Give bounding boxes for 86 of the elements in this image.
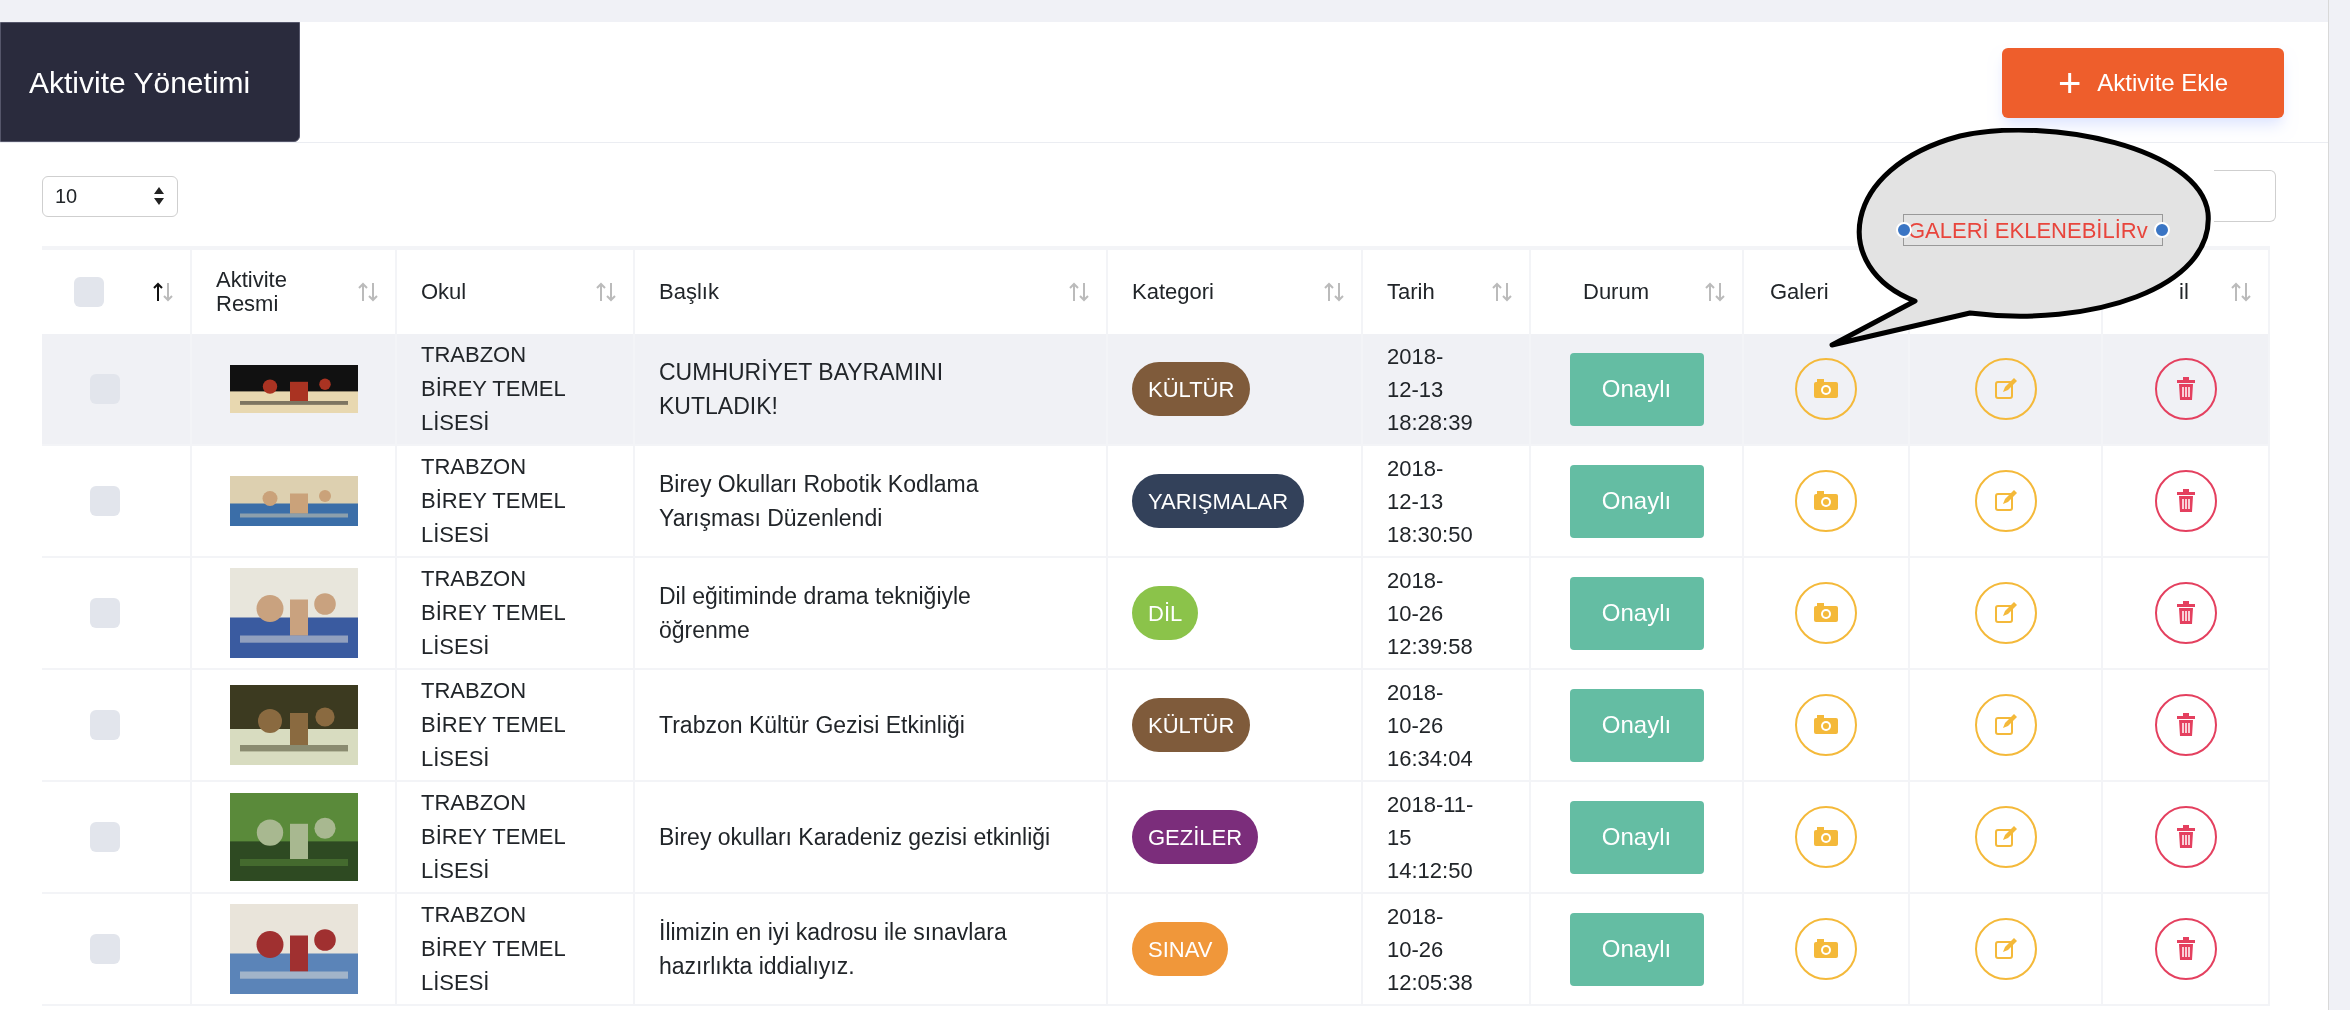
gallery-button[interactable] <box>1795 470 1857 532</box>
table-cell-text: Birey okulları Karadeniz gezisi etkinliği <box>659 822 1052 852</box>
edit-icon <box>1993 601 2018 625</box>
category-tag: KÜLTÜR <box>1132 362 1251 416</box>
delete-button[interactable] <box>2154 806 2217 868</box>
gallery-button[interactable] <box>1795 582 1857 644</box>
edit-button[interactable] <box>1974 918 2037 980</box>
camera-icon <box>1813 827 1839 847</box>
edit-icon <box>1993 377 2018 401</box>
camera-icon <box>1813 379 1839 399</box>
gallery-button[interactable] <box>1795 694 1857 756</box>
table-cell-text: Dil eğitiminde drama tekniğiyle öğrenme <box>659 581 972 645</box>
delete-button[interactable] <box>2154 918 2217 980</box>
checkbox[interactable] <box>90 486 120 516</box>
gallery-button[interactable] <box>1795 918 1857 980</box>
column-header[interactable]: Tarih <box>1387 279 1435 305</box>
trash-icon <box>2175 601 2196 625</box>
table-row[interactable]: TRABZON BİREY TEMEL LİSESİ Birey Okulları Robotik Kodlama Yarışması Düzenlendi YARIŞMALAR 2018-12-13 18:30:50 Onaylı <box>42 446 2270 558</box>
category-tag: SINAV <box>1132 922 1229 976</box>
checkbox[interactable] <box>90 934 120 964</box>
checkbox[interactable] <box>90 710 120 740</box>
checkbox[interactable] <box>90 822 120 852</box>
column-header[interactable]: Galeri <box>1770 279 1870 305</box>
table-cell-text: 2018-10-26 12:39:58 <box>1387 566 1474 661</box>
table-cell-text: 2018-12-13 18:28:39 <box>1387 342 1474 437</box>
table-cell-text: TRABZON BİREY TEMEL LİSESİ <box>421 676 566 774</box>
column-header[interactable]: Başlık <box>659 279 759 305</box>
callout-text: GALERİ EKLENEBİLİRv <box>1908 216 2149 245</box>
spinner-icon <box>153 186 165 206</box>
category-tag: DİL <box>1132 586 1199 640</box>
edit-icon <box>1993 489 2018 513</box>
table-row[interactable]: TRABZON BİREY TEMEL LİSESİ Trabzon Kültür Gezisi Etkinliği KÜLTÜR 2018-10-26 16:34:04 Onaylı <box>42 670 2270 782</box>
edit-button[interactable] <box>1974 806 2037 868</box>
column-header[interactable]: il <box>2179 279 2230 305</box>
table-cell-text: İlimizin en iyi kadrosu ile sınavlara hazırlıkta iddialıyız. <box>659 917 1008 981</box>
table-cell-text: TRABZON BİREY TEMEL LİSESİ <box>421 340 566 438</box>
edit-button[interactable] <box>1974 694 2037 756</box>
table-cell-text: 2018-10-26 16:34:04 <box>1387 678 1474 773</box>
column-header[interactable]: Kategori <box>1132 279 1214 305</box>
table-row[interactable]: TRABZON BİREY TEMEL LİSESİ İlimizin en iyi kadrosu ile sınavlara hazırlıkta iddialıyız. SINAV 2018-10-26 12:05:38 Onaylı <box>42 894 2270 1006</box>
search-field[interactable] <box>2214 170 2276 222</box>
table-row[interactable]: TRABZON BİREY TEMEL LİSESİ Dil eğitiminde drama tekniğiyle öğrenme DİL 2018-10-26 12:39:58 Onaylı <box>42 558 2270 670</box>
delete-button[interactable] <box>2154 694 2217 756</box>
column-header[interactable]: Durum <box>1583 279 1683 305</box>
trash-icon <box>2175 937 2196 961</box>
camera-icon <box>1813 715 1839 735</box>
trash-icon <box>2175 489 2196 513</box>
camera-icon <box>1813 603 1839 623</box>
trash-icon <box>2175 377 2196 401</box>
table-cell-text: TRABZON BİREY TEMEL LİSESİ <box>421 900 566 998</box>
checkbox[interactable] <box>90 598 120 628</box>
edit-button[interactable] <box>1974 358 2037 420</box>
table-cell-text: 2018-12-13 18:30:50 <box>1387 454 1474 549</box>
gallery-button[interactable] <box>1795 806 1857 868</box>
column-header[interactable]: Okul <box>421 279 521 305</box>
trash-icon <box>2175 825 2196 849</box>
delete-button[interactable] <box>2154 582 2217 644</box>
edit-icon <box>1993 713 2018 737</box>
table-row[interactable]: TRABZON BİREY TEMEL LİSESİ Birey okulları Karadeniz gezisi etkinliği GEZİLER 2018-11-15 14:12:50 Onaylı <box>42 782 2270 894</box>
trash-icon <box>2175 713 2196 737</box>
delete-button[interactable] <box>2154 358 2217 420</box>
table-cell-text: TRABZON BİREY TEMEL LİSESİ <box>421 452 566 550</box>
page-title: Aktivite Yönetimi <box>0 22 300 142</box>
table-row[interactable]: TRABZON BİREY TEMEL LİSESİ CUMHURİYET BAYRAMINI KUTLADIK! KÜLTÜR 2018-12-13 18:28:39 Onaylı <box>42 334 2270 446</box>
edit-button[interactable] <box>1974 582 2037 644</box>
page-size-select[interactable]: 10 <box>42 175 178 217</box>
table-cell-text: 2018-11-15 14:12:50 <box>1387 790 1474 885</box>
table-cell-text: CUMHURİYET BAYRAMINI KUTLADIK! <box>659 357 945 421</box>
column-header[interactable]: Aktivite Resmi <box>216 267 316 317</box>
category-tag: KÜLTÜR <box>1132 698 1251 752</box>
category-tag: GEZİLER <box>1132 810 1259 864</box>
gallery-button[interactable] <box>1795 358 1857 420</box>
sort-icon[interactable] <box>152 281 174 303</box>
table-cell-text: 2018-10-26 12:05:38 <box>1387 902 1474 997</box>
table-cell-text: Birey Okulları Robotik Kodlama Yarışması Düzenlendi <box>659 469 980 533</box>
delete-button[interactable] <box>2154 470 2217 532</box>
table-cell-text: TRABZON BİREY TEMEL LİSESİ <box>421 788 566 886</box>
category-tag: YARIŞMALAR <box>1132 474 1305 528</box>
camera-icon <box>1813 939 1839 959</box>
edit-icon <box>1993 937 2018 961</box>
edit-icon <box>1993 825 2018 849</box>
camera-icon <box>1813 491 1839 511</box>
edit-button[interactable] <box>1974 470 2037 532</box>
table-cell-text: Trabzon Kültür Gezisi Etkinliği <box>659 710 966 740</box>
checkbox[interactable] <box>74 277 104 307</box>
table-cell-text: TRABZON BİREY TEMEL LİSESİ <box>421 564 566 662</box>
